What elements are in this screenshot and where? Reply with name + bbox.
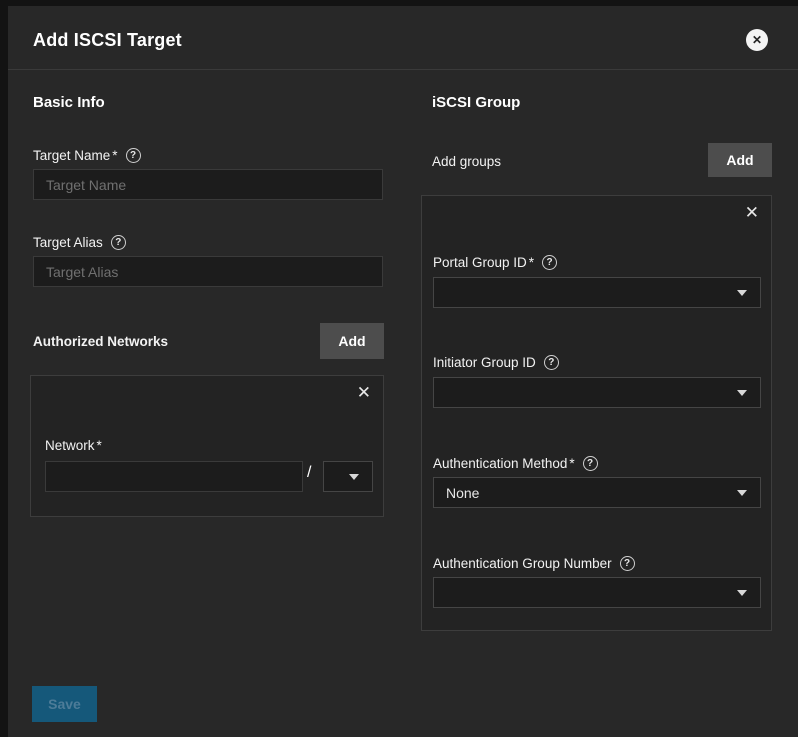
target-name-label: Target Name <box>33 148 110 163</box>
chevron-down-icon <box>349 474 359 480</box>
help-icon[interactable]: ? <box>544 355 559 370</box>
target-alias-label-row: Target Alias ? <box>33 233 126 251</box>
target-name-label-row: Target Name* ? <box>33 146 141 164</box>
authentication-group-number-select[interactable] <box>433 577 761 608</box>
add-iscsi-target-modal: Add ISCSI Target ✕ Basic Info Target Nam… <box>8 6 798 737</box>
close-icon: ✕ <box>752 34 762 46</box>
modal-close-button[interactable]: ✕ <box>746 29 768 51</box>
remove-network-button[interactable]: ✕ <box>357 384 371 401</box>
target-name-required-asterisk: * <box>112 148 117 163</box>
authorized-networks-label: Authorized Networks <box>33 332 168 350</box>
remove-group-button[interactable]: ✕ <box>745 204 759 221</box>
initiator-group-id-label: Initiator Group ID <box>433 355 536 370</box>
help-icon[interactable]: ? <box>583 456 598 471</box>
network-input[interactable] <box>45 461 303 492</box>
iscsi-group-entry-card: ✕ Portal Group ID* ? Initiator Group ID … <box>421 195 772 631</box>
initiator-group-id-select[interactable] <box>433 377 761 408</box>
cidr-separator: / <box>307 464 311 482</box>
iscsi-group-heading: iSCSI Group <box>432 94 520 111</box>
add-network-button[interactable]: Add <box>320 323 384 359</box>
network-entry-card: ✕ Network* / <box>30 375 384 517</box>
target-name-input[interactable] <box>33 169 383 200</box>
help-icon[interactable]: ? <box>620 556 635 571</box>
portal-group-id-label-row: Portal Group ID* ? <box>433 253 557 271</box>
chevron-down-icon <box>737 490 747 496</box>
add-group-button[interactable]: Add <box>708 143 772 177</box>
network-label: Network <box>45 438 95 453</box>
help-icon[interactable]: ? <box>542 255 557 270</box>
authentication-method-label-row: Authentication Method* ? <box>433 454 598 472</box>
modal-header: Add ISCSI Target ✕ <box>8 6 798 70</box>
add-groups-label: Add groups <box>432 152 501 170</box>
network-required-asterisk: * <box>97 438 102 453</box>
chevron-down-icon <box>737 590 747 596</box>
authentication-method-label: Authentication Method <box>433 456 567 471</box>
network-label-row: Network* <box>45 436 102 454</box>
network-prefix-select[interactable] <box>323 461 373 492</box>
authentication-group-number-label: Authentication Group Number <box>433 556 612 571</box>
target-alias-input[interactable] <box>33 256 383 287</box>
authentication-method-value: None <box>434 485 737 501</box>
help-icon[interactable]: ? <box>126 148 141 163</box>
basic-info-heading: Basic Info <box>33 94 105 111</box>
portal-group-id-label: Portal Group ID <box>433 255 527 270</box>
authentication-group-number-label-row: Authentication Group Number ? <box>433 554 635 572</box>
chevron-down-icon <box>737 390 747 396</box>
close-icon: ✕ <box>745 203 759 222</box>
save-button[interactable]: Save <box>32 686 97 722</box>
portal-group-id-required-asterisk: * <box>529 255 534 270</box>
target-alias-label: Target Alias <box>33 235 103 250</box>
authentication-method-select[interactable]: None <box>433 477 761 508</box>
help-icon[interactable]: ? <box>111 235 126 250</box>
portal-group-id-select[interactable] <box>433 277 761 308</box>
initiator-group-id-label-row: Initiator Group ID ? <box>433 353 559 371</box>
close-icon: ✕ <box>357 383 371 402</box>
chevron-down-icon <box>737 290 747 296</box>
modal-title: Add ISCSI Target <box>33 30 182 51</box>
authentication-method-required-asterisk: * <box>569 456 574 471</box>
